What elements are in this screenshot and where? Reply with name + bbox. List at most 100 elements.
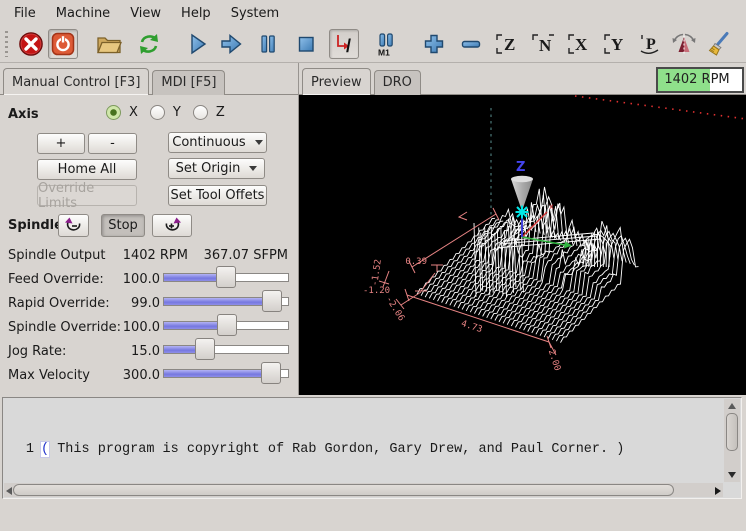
scroll-left-icon[interactable] — [6, 487, 12, 495]
dimension-labels: 4.73 2.00 0.39 -1.52 -1.20 -2.06 — [363, 257, 562, 372]
rapid-override-value: 99.0 — [100, 296, 160, 311]
optional-stop-button[interactable]: M1 — [373, 29, 403, 59]
gcode-text[interactable]: 1( This program is copyright of Rab Gord… — [4, 399, 723, 483]
spindle-override-value: 100.0 — [100, 320, 160, 335]
view-side-button[interactable]: X — [563, 29, 593, 59]
step-arrow-icon — [218, 31, 244, 57]
chevron-down-icon — [255, 140, 263, 145]
horizontal-scroll-thumb[interactable] — [13, 484, 674, 496]
menu-system[interactable]: System — [221, 2, 289, 25]
svg-text:X: X — [575, 35, 588, 54]
run-button[interactable] — [182, 29, 212, 59]
jog-mode-dropdown[interactable]: Continuous — [168, 132, 267, 153]
svg-text:P: P — [646, 36, 656, 53]
axis-label: Axis — [8, 107, 39, 122]
vertical-scroll-thumb[interactable] — [726, 413, 738, 451]
slider-handle[interactable] — [217, 314, 237, 336]
scroll-up-icon[interactable] — [728, 403, 736, 409]
pause-icon — [255, 31, 281, 57]
jog-plus-button[interactable]: + — [37, 133, 85, 154]
spindle-reverse-button[interactable] — [58, 214, 89, 237]
preview-panel: PreviewDRO 1402 RPM — [299, 63, 746, 395]
gcode-listing[interactable]: 1( This program is copyright of Rab Gord… — [2, 397, 742, 499]
set-tool-offsets-button[interactable]: Set Tool Offets — [168, 185, 267, 206]
dim-z-mid: -1.52 — [370, 259, 384, 287]
m1-pause-icon: M1 — [375, 31, 401, 57]
spindle-reverse-icon — [64, 217, 84, 235]
rotate-view-button[interactable] — [669, 29, 699, 59]
spindle-sfpm-value: 367.07 SFPM — [188, 248, 288, 263]
menu-help[interactable]: Help — [171, 2, 221, 25]
horizontal-scrollbar[interactable] — [4, 483, 723, 497]
dim-z-bot: -2.06 — [383, 295, 406, 323]
rapid-override-label: Rapid Override: — [8, 296, 110, 311]
jog-minus-button[interactable]: - — [88, 133, 137, 154]
dim-z-top: 0.39 — [405, 257, 427, 267]
axis-x-radio[interactable] — [106, 105, 121, 120]
axis-y-radio[interactable] — [150, 105, 165, 120]
zoom-out-button[interactable] — [456, 29, 486, 59]
rapid-override-slider[interactable] — [163, 289, 289, 313]
jog-rate-slider[interactable] — [163, 337, 289, 361]
feed-override-slider[interactable] — [163, 265, 289, 289]
skip-lines-toggle-button[interactable]: / — [329, 29, 359, 59]
pause-button[interactable] — [253, 29, 283, 59]
view-top-button[interactable]: Z — [491, 29, 521, 59]
spindle-forward-button[interactable] — [152, 214, 192, 237]
max-velocity-label: Max Velocity — [8, 368, 90, 383]
feed-override-label: Feed Override: — [8, 272, 104, 287]
scroll-right-icon[interactable] — [715, 487, 721, 495]
estop-button[interactable] — [16, 29, 46, 59]
clear-plot-button[interactable] — [705, 29, 735, 59]
chevron-down-icon — [249, 166, 257, 171]
tab-dro[interactable]: DRO — [374, 70, 421, 95]
override-limits-button[interactable]: Override Limits — [37, 185, 137, 206]
origin-marker-icon — [516, 206, 529, 219]
gcode-line-text: This program is copyright of Rab Gordon,… — [49, 442, 624, 457]
stop-icon — [293, 31, 319, 57]
view-front-button[interactable]: Y — [599, 29, 629, 59]
spindle-rpm-value: 1402 RPM — [108, 248, 188, 263]
menu-machine[interactable]: Machine — [46, 2, 120, 25]
slider-handle[interactable] — [261, 362, 281, 384]
stop-button[interactable] — [291, 29, 321, 59]
max-velocity-slider[interactable] — [163, 361, 289, 385]
toolbar: / M1 Z N X — [0, 26, 746, 63]
slider-handle[interactable] — [216, 266, 236, 288]
machine-power-button[interactable] — [48, 29, 78, 59]
axis-z-radio[interactable] — [193, 105, 208, 120]
letter-p-view-icon: P — [637, 31, 663, 57]
vertical-scrollbar[interactable] — [724, 399, 740, 482]
zoom-in-button[interactable] — [419, 29, 449, 59]
svg-text:Z: Z — [504, 35, 515, 54]
rpm-meter-text: 1402 RPM — [658, 72, 736, 87]
view-rotated-top-button[interactable]: N — [527, 29, 557, 59]
home-all-button[interactable]: Home All — [37, 159, 137, 180]
broom-icon — [707, 31, 733, 57]
step-button[interactable] — [216, 29, 246, 59]
spindle-forward-icon — [162, 217, 182, 235]
play-icon — [184, 31, 210, 57]
tab-preview[interactable]: Preview — [302, 68, 371, 95]
open-file-button[interactable] — [94, 29, 124, 59]
power-icon — [51, 32, 75, 56]
slider-handle[interactable] — [195, 338, 215, 360]
toolbar-gripper[interactable] — [5, 31, 8, 57]
gcode-line[interactable]: 1( This program is copyright of Rab Gord… — [4, 440, 723, 460]
slider-handle[interactable] — [262, 290, 282, 312]
menu-view[interactable]: View — [120, 2, 171, 25]
scroll-down-icon[interactable] — [728, 472, 736, 478]
set-origin-dropdown[interactable]: Set Origin — [168, 158, 265, 179]
view-perspective-button[interactable]: P — [635, 29, 665, 59]
line-number: 1 — [4, 440, 34, 460]
tab-mdi[interactable]: MDI [F5] — [152, 70, 225, 95]
tab-manual-control[interactable]: Manual Control [F3] — [3, 68, 149, 95]
rapid-move-line — [575, 96, 746, 119]
spindle-stop-button[interactable]: Stop — [101, 214, 145, 237]
spindle-override-slider[interactable] — [163, 313, 289, 337]
menu-file[interactable]: File — [4, 2, 46, 25]
reload-button[interactable] — [134, 29, 164, 59]
dim-right-edge: 2.00 — [546, 349, 562, 373]
menu-bar: File Machine View Help System — [0, 0, 746, 26]
preview-canvas[interactable]: 4.73 2.00 0.39 -1.52 -1.20 -2.06 x Z — [299, 95, 746, 395]
